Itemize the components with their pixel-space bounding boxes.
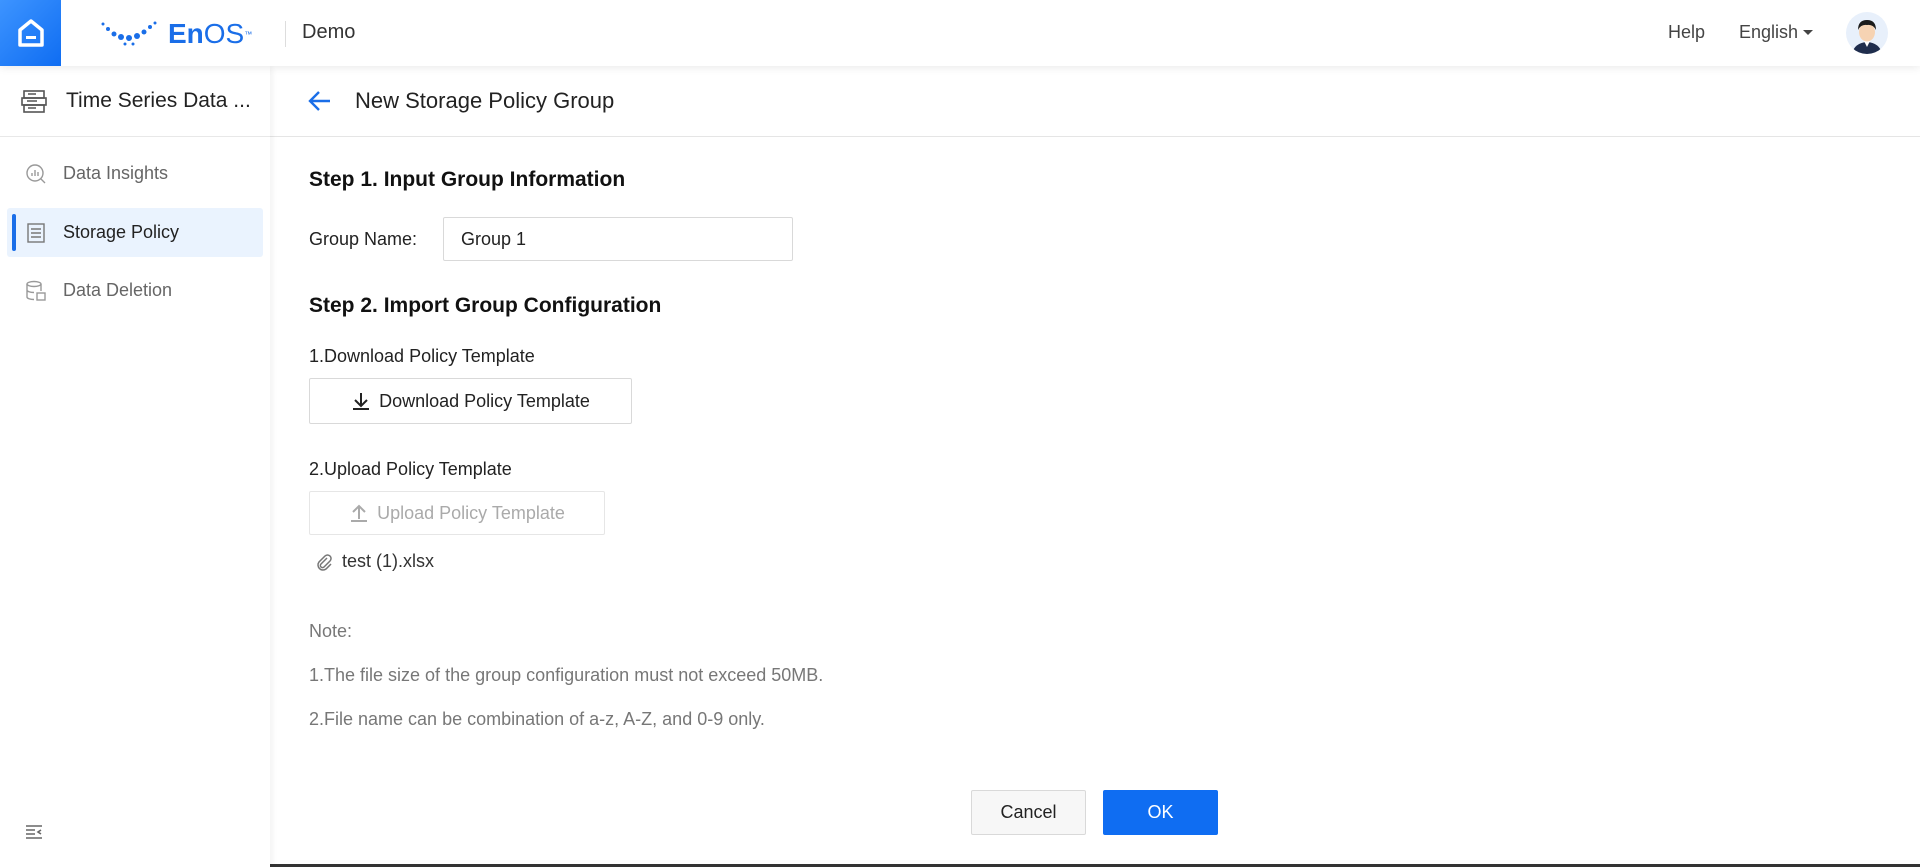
group-name-input[interactable] bbox=[443, 217, 793, 261]
avatar[interactable] bbox=[1846, 12, 1888, 54]
chart-search-icon bbox=[26, 163, 46, 183]
download-icon bbox=[353, 393, 370, 410]
sidebar-item-label: Storage Policy bbox=[63, 222, 180, 242]
language-dropdown[interactable]: English bbox=[1739, 22, 1814, 43]
page-title: New Storage Policy Group bbox=[355, 88, 615, 113]
button-label: Download Policy Template bbox=[379, 390, 590, 411]
uploaded-file[interactable]: test (1).xlsx bbox=[316, 551, 434, 572]
upload-template-button[interactable]: Upload Policy Template bbox=[309, 491, 605, 535]
sidebar-item-storage-policy[interactable]: Storage Policy bbox=[7, 208, 263, 257]
database-delete-icon bbox=[26, 280, 46, 301]
language-label: English bbox=[1739, 22, 1799, 42]
app-name: Demo bbox=[302, 21, 356, 43]
note-line: 2.File name can be combination of a-z, A… bbox=[309, 709, 765, 729]
group-name-label: Group Name: bbox=[309, 229, 418, 249]
home-button[interactable] bbox=[0, 0, 61, 66]
step2-heading: Step 2. Import Group Configuration bbox=[309, 294, 662, 317]
header-divider bbox=[285, 21, 286, 47]
back-arrow-icon[interactable] bbox=[308, 90, 332, 112]
note-title: Note: bbox=[309, 621, 353, 641]
sidebar-title: Time Series Data ... bbox=[0, 66, 270, 137]
note-line: 1.The file size of the group configurati… bbox=[309, 665, 824, 685]
step1-heading: Step 1. Input Group Information bbox=[309, 168, 626, 191]
home-icon bbox=[17, 19, 44, 47]
cancel-button[interactable]: Cancel bbox=[971, 790, 1086, 835]
file-name: test (1).xlsx bbox=[342, 551, 435, 571]
button-label: Upload Policy Template bbox=[377, 502, 565, 523]
enos-logo: EnOS ™ bbox=[100, 14, 252, 54]
ok-button[interactable]: OK bbox=[1103, 790, 1218, 835]
sidebar-item-data-insights[interactable]: Data Insights bbox=[7, 149, 263, 198]
caret-down-icon bbox=[1803, 30, 1814, 35]
upload-icon bbox=[351, 504, 368, 522]
sidebar-title-text: Time Series Data ... bbox=[66, 89, 251, 112]
sidebar: Time Series Data ... Data Insights Stora… bbox=[0, 66, 270, 867]
sidebar-item-label: Data Deletion bbox=[63, 280, 173, 300]
upload-label: 2.Upload Policy Template bbox=[309, 459, 512, 479]
help-link[interactable]: Help bbox=[1668, 22, 1705, 43]
paperclip-icon bbox=[317, 553, 332, 571]
database-icon bbox=[21, 90, 47, 113]
download-template-button[interactable]: Download Policy Template bbox=[309, 378, 632, 424]
list-document-icon bbox=[27, 222, 45, 243]
sidebar-item-label: Data Insights bbox=[63, 163, 169, 183]
top-header: EnOS ™ Demo Help English bbox=[0, 0, 1920, 66]
sidebar-item-data-deletion[interactable]: Data Deletion bbox=[7, 266, 263, 315]
download-label: 1.Download Policy Template bbox=[309, 346, 535, 366]
collapse-sidebar-icon[interactable] bbox=[25, 824, 43, 840]
page-header: New Storage Policy Group bbox=[270, 66, 1920, 137]
